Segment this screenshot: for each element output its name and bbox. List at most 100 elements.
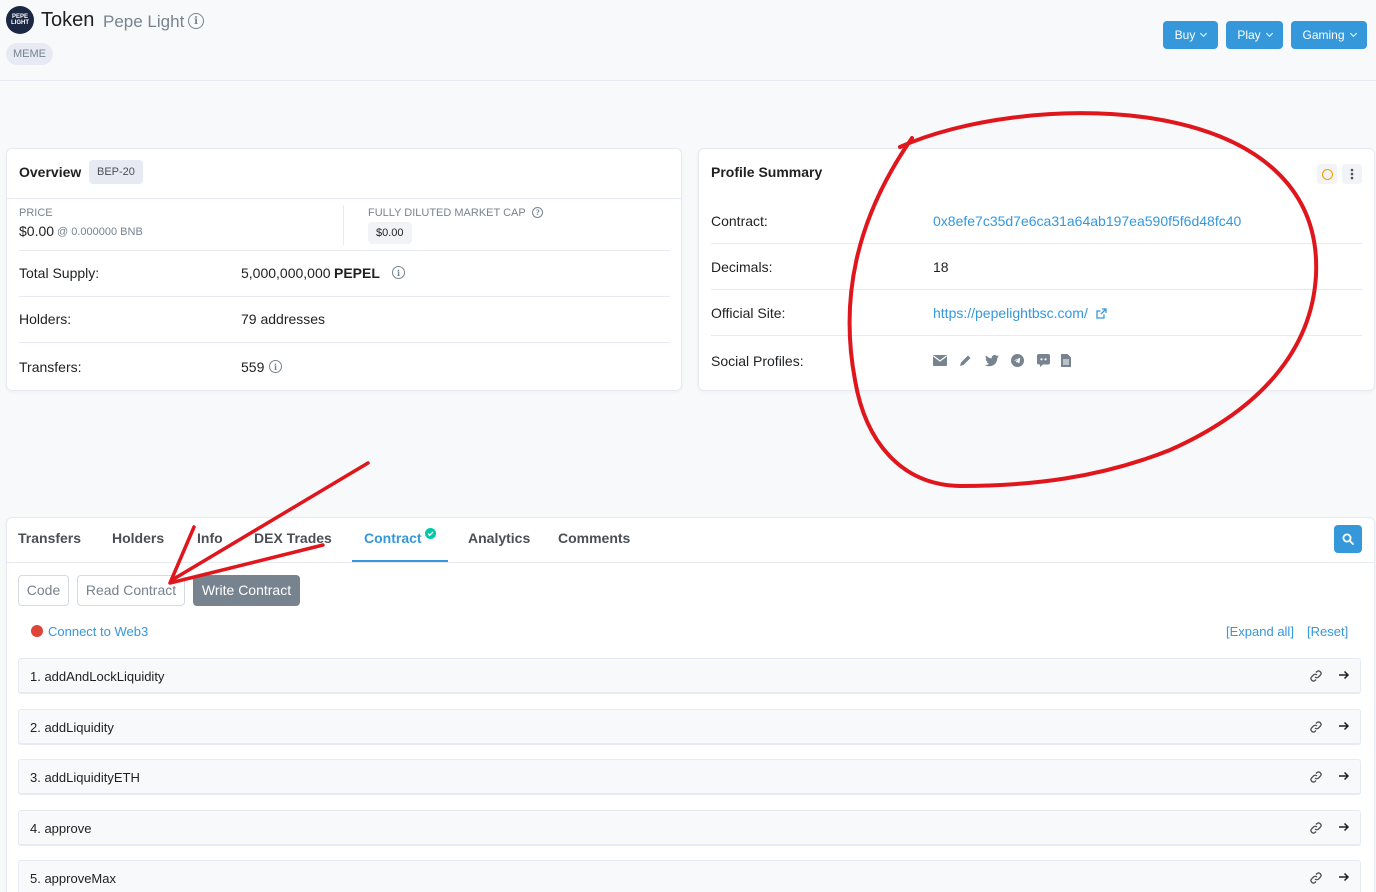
link-icon[interactable]	[1310, 822, 1322, 834]
search-icon	[1342, 533, 1354, 545]
code-button[interactable]: Code	[18, 575, 69, 606]
total-supply-label: Total Supply:	[19, 265, 100, 281]
token-symbol: PEPEL	[334, 265, 380, 281]
discord-icon[interactable]	[1037, 354, 1050, 367]
tab-contract[interactable]: Contract	[364, 530, 422, 546]
function-name: 2. addLiquidity	[30, 720, 114, 735]
arrow-right-icon[interactable]	[1338, 669, 1350, 681]
buy-button[interactable]: Buy	[1163, 21, 1218, 49]
arrow-right-icon[interactable]	[1338, 770, 1350, 782]
function-row[interactable]: 5. approveMax	[18, 860, 1361, 892]
divider	[19, 342, 670, 343]
contract-address-link[interactable]: 0x8efe7c35d7e6ca31a64ab197ea590f5f6d48fc…	[933, 213, 1241, 229]
total-supply-value: 5,000,000,000	[241, 265, 331, 281]
telegram-icon[interactable]	[1011, 354, 1024, 367]
token-logo: PEPE LIGHT	[6, 6, 34, 34]
function-row[interactable]: 4. approve	[18, 810, 1361, 846]
page-header: PEPE LIGHT Token Pepe Light i MEME Buy P…	[0, 0, 1376, 81]
email-icon[interactable]	[933, 355, 947, 366]
gaming-button-label: Gaming	[1302, 28, 1345, 42]
tab-comments[interactable]: Comments	[558, 530, 630, 546]
tab-transfers[interactable]: Transfers	[18, 530, 81, 546]
tag-badge[interactable]: MEME	[6, 43, 53, 65]
help-icon[interactable]: ?	[532, 207, 543, 218]
pencil-icon[interactable]	[959, 354, 972, 367]
info-icon[interactable]: i	[269, 360, 282, 373]
arrow-right-icon[interactable]	[1338, 720, 1350, 732]
function-row[interactable]: 2. addLiquidity	[18, 709, 1361, 745]
profile-header: Profile Summary	[699, 149, 1374, 199]
divider	[711, 243, 1362, 244]
link-icon[interactable]	[1310, 872, 1322, 884]
link-icon[interactable]	[1310, 721, 1322, 733]
divider	[19, 296, 670, 297]
write-contract-button[interactable]: Write Contract	[193, 575, 300, 606]
function-name: 3. addLiquidityETH	[30, 770, 140, 785]
transfers-label: Transfers:	[19, 359, 82, 375]
divider	[711, 289, 1362, 290]
circle-icon	[1321, 168, 1333, 180]
tab-dex-trades[interactable]: DEX Trades	[254, 530, 332, 546]
search-button[interactable]	[1334, 525, 1362, 553]
link-icon[interactable]	[1310, 771, 1322, 783]
twitter-icon[interactable]	[985, 355, 999, 367]
price-label: PRICE	[19, 207, 53, 219]
contract-label: Contract:	[711, 213, 768, 229]
info-icon[interactable]: i	[392, 266, 405, 279]
chevron-down-icon	[1265, 29, 1273, 38]
reset-link[interactable]: [Reset]	[1307, 624, 1348, 639]
function-name: 4. approve	[30, 821, 92, 836]
gaming-button[interactable]: Gaming	[1291, 21, 1367, 49]
function-row[interactable]: 3. addLiquidityETH	[18, 759, 1361, 795]
official-site-link[interactable]: https://pepelightbsc.com/	[933, 305, 1088, 321]
holders-value: 79 addresses	[241, 311, 326, 327]
play-button[interactable]: Play	[1226, 21, 1283, 49]
overview-title: Overview	[19, 164, 82, 180]
expand-all-link[interactable]: [Expand all]	[1226, 624, 1294, 639]
function-name: 5. approveMax	[30, 871, 116, 886]
chevron-down-icon	[1349, 29, 1357, 38]
page-title: Token	[41, 9, 95, 31]
link-icon[interactable]	[1310, 670, 1322, 682]
read-contract-button[interactable]: Read Contract	[77, 575, 185, 606]
profile-title: Profile Summary	[711, 164, 823, 180]
tabs-divider	[6, 562, 1375, 563]
price-bnb: @ 0.000000 BNB	[57, 226, 143, 238]
tab-holders[interactable]: Holders	[112, 530, 164, 546]
holders-label: Holders:	[19, 311, 72, 327]
tab-info[interactable]: Info	[197, 530, 223, 546]
external-link-icon[interactable]	[1096, 308, 1107, 319]
price-value: $0.00	[19, 223, 55, 239]
overview-card: Overview BEP-20 PRICE $0.00 @ 0.000000 B…	[6, 148, 682, 391]
chevron-down-icon	[1200, 29, 1208, 38]
play-button-label: Play	[1237, 28, 1261, 42]
document-icon[interactable]	[1061, 354, 1071, 367]
market-cap-value: $0.00	[368, 222, 412, 244]
overview-header: Overview BEP-20	[7, 149, 681, 199]
verified-check-icon	[425, 528, 436, 539]
decimals-label: Decimals:	[711, 259, 773, 275]
more-options-button[interactable]	[1342, 164, 1362, 184]
token-standard-badge: BEP-20	[89, 160, 143, 184]
divider	[711, 335, 1362, 336]
web3-status-dot	[31, 625, 43, 637]
buy-button-label: Buy	[1174, 28, 1196, 42]
decimals-value: 18	[933, 259, 949, 275]
divider	[19, 250, 670, 251]
arrow-right-icon[interactable]	[1338, 821, 1350, 833]
function-name: 1. addAndLockLiquidity	[30, 669, 165, 684]
transfers-value: 559	[241, 359, 265, 375]
official-site-label: Official Site:	[711, 305, 786, 321]
active-tab-indicator	[352, 560, 448, 562]
social-profiles-label: Social Profiles:	[711, 353, 804, 369]
profile-summary-card: Profile Summary Contract: 0x8efe7c35d7e6…	[698, 148, 1375, 391]
function-row[interactable]: 1. addAndLockLiquidity	[18, 658, 1361, 694]
token-name: Pepe Light	[103, 12, 185, 31]
market-cap-label: FULLY DILUTED MARKET CAP	[368, 207, 526, 219]
connect-web3-link[interactable]: Connect to Web3	[48, 624, 148, 639]
reputation-button[interactable]	[1317, 164, 1337, 184]
info-icon[interactable]: i	[188, 13, 204, 29]
more-vertical-icon	[1350, 168, 1354, 180]
tab-analytics[interactable]: Analytics	[468, 530, 530, 546]
arrow-right-icon[interactable]	[1338, 871, 1350, 883]
